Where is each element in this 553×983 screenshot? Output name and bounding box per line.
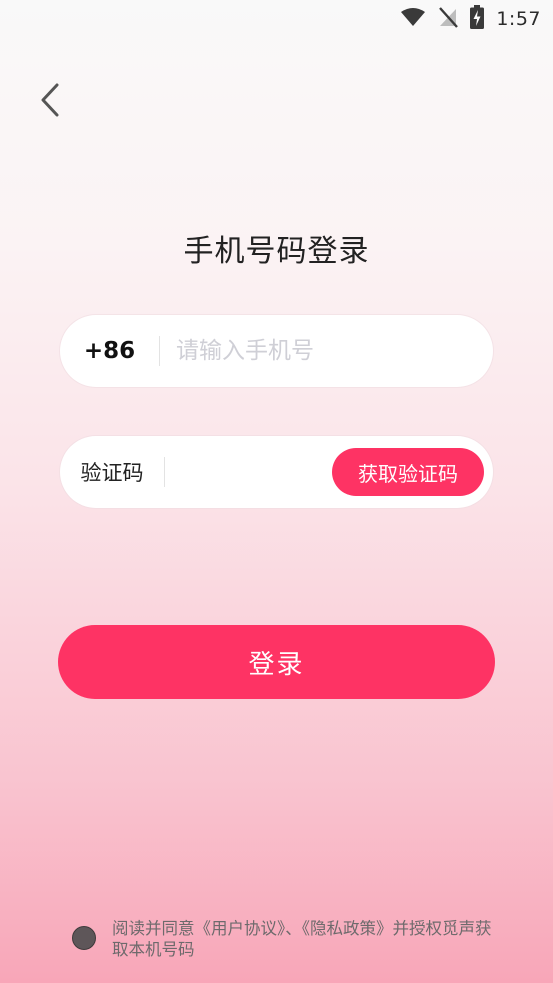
code-field: 验证码 获取验证码 [60, 436, 493, 508]
user-agreement-link[interactable]: 《用户协议》 [195, 919, 286, 938]
agreement-text: 阅读并同意《用户协议》、《隐私政策》并授权觅声获取本机号码 [112, 918, 492, 960]
agreement-separator: 、 [285, 919, 302, 938]
agree-radio[interactable] [72, 926, 96, 950]
login-button[interactable]: 登录 [58, 625, 495, 699]
back-button[interactable] [28, 80, 72, 124]
no-signal-icon [438, 6, 459, 32]
chevron-left-icon [38, 82, 62, 122]
code-input[interactable] [165, 459, 332, 485]
battery-charging-icon [470, 5, 485, 33]
country-code-selector[interactable]: +86 [60, 338, 159, 364]
code-label: 验证码 [80, 461, 144, 485]
wifi-icon [400, 7, 426, 31]
phone-input[interactable] [160, 337, 493, 365]
status-bar: 1:57 [0, 0, 553, 38]
status-time: 1:57 [496, 8, 541, 30]
get-code-button[interactable]: 获取验证码 [332, 448, 484, 496]
phone-field: +86 [60, 315, 493, 387]
privacy-policy-link[interactable]: 《隐私政策》 [302, 919, 393, 938]
page-title: 手机号码登录 [183, 234, 370, 269]
status-icons: 1:57 [400, 5, 541, 33]
agreement-prefix: 阅读并同意 [112, 919, 195, 938]
agreement: 阅读并同意《用户协议》、《隐私政策》并授权觅声获取本机号码 [72, 918, 492, 960]
